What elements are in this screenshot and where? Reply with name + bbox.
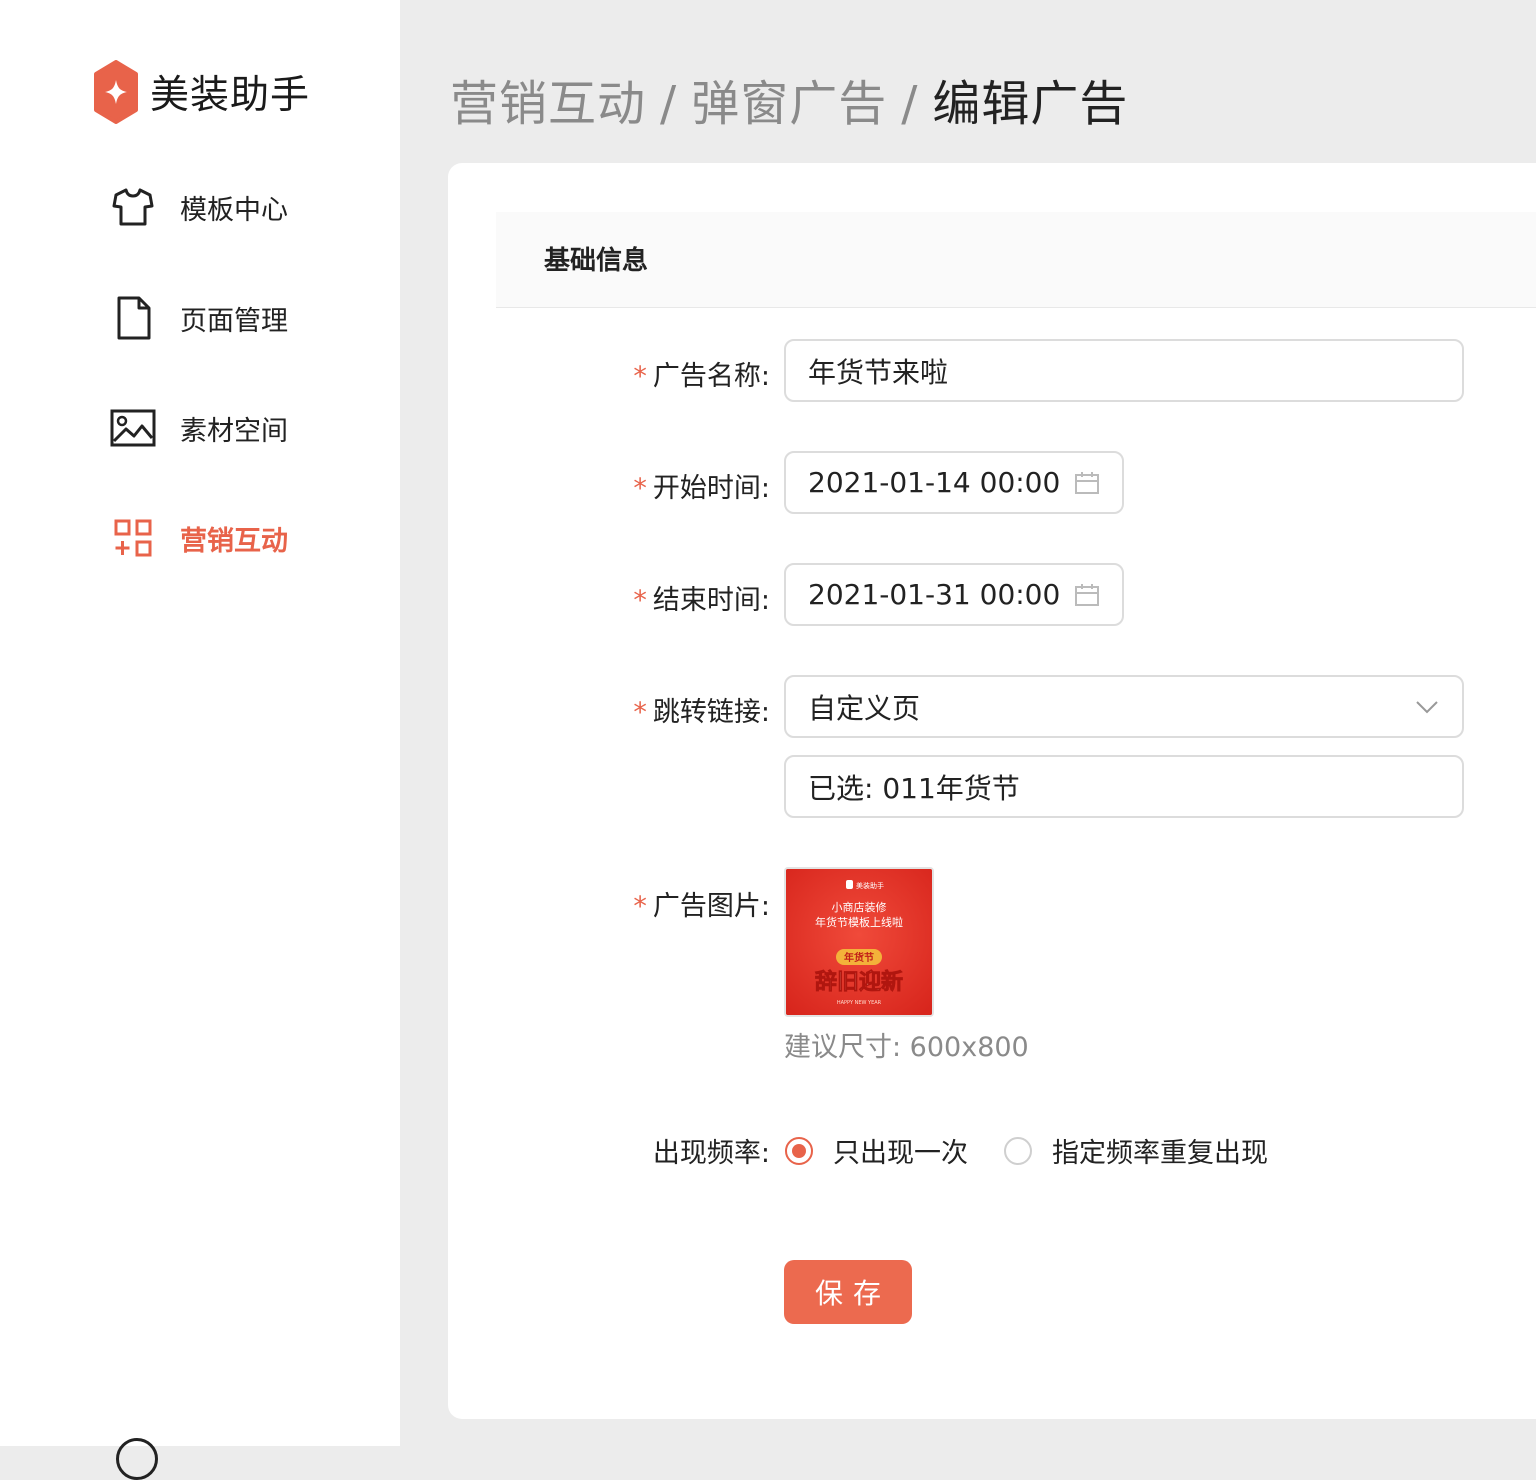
start-time-value: 2021-01-14 00:00 [808,466,1061,499]
apps-icon [110,515,156,561]
sidebar: 美装助手 模板中心 页面管理 素材空间 营销互动 [0,0,400,1480]
save-button[interactable]: 保存 [784,1260,912,1324]
frequency-label: 出现频率: [652,1138,770,1169]
sidebar-item-assets[interactable]: 素材空间 [110,405,288,451]
calendar-icon[interactable] [1072,580,1102,610]
radio-unchecked-icon [1004,1136,1032,1165]
ad-image-label: * 广告图片: [633,891,770,922]
required-mark: * [633,361,647,392]
end-time-label: * 结束时间: [633,585,770,616]
poster-headline: 辞旧迎新 [815,969,903,995]
sidebar-item-label: 营销互动 [180,525,288,557]
page-title: 编辑广告 [932,76,1129,132]
section-header: 基础信息 [496,212,1536,308]
calendar-icon[interactable] [1072,468,1102,498]
chevron-down-icon [1412,692,1442,722]
start-time-picker[interactable]: 2021-01-14 00:00 [784,451,1124,514]
app-name: 美装助手 [150,73,311,118]
user-avatar-icon[interactable] [116,1438,158,1480]
image-icon [110,405,156,451]
end-time-picker[interactable]: 2021-01-31 00:00 [784,563,1124,626]
poster-badge: 年货节 [844,951,874,964]
poster-brand: 美装助手 [856,881,884,890]
poster-logo-icon [846,880,853,889]
sidebar-item-label: 页面管理 [180,305,288,337]
breadcrumb-separator: / [901,76,919,132]
app-logo[interactable]: 美装助手 [94,60,310,124]
edit-ad-card: 基础信息 * 广告名称: 年货节来啦 * 开始时间: 2021-01-14 00:0… [448,163,1536,1419]
ad-name-value: 年货节来啦 [808,355,949,389]
logo-icon [94,60,138,124]
selected-page-value: 已选: 011年货节 [808,771,1020,805]
sidebar-item-marketing[interactable]: 营销互动 [110,515,288,561]
ad-image-poster: 美装助手 小商店装修 年货节模板上线啦 年货节 辞旧迎新 HAPPY NEW Y… [786,869,932,1015]
jump-link-select[interactable]: 自定义页 [784,675,1464,738]
frequency-repeat-radio[interactable]: 指定频率重复出现 [1004,1131,1268,1170]
document-icon [110,295,156,341]
ad-name-label: * 广告名称: [633,361,770,392]
breadcrumb-separator: / [660,76,678,132]
frequency-once-radio[interactable]: 只出现一次 [785,1131,968,1170]
sidebar-item-templates[interactable]: 模板中心 [110,184,288,230]
start-time-label: * 开始时间: [633,473,770,504]
breadcrumb-popup-ads[interactable]: 弹窗广告 [691,76,887,132]
required-mark: * [633,891,647,922]
ad-name-input[interactable]: 年货节来啦 [784,339,1464,402]
jump-link-value: 自定义页 [808,691,921,725]
jump-link-label: * 跳转链接: [633,697,770,728]
image-size-hint: 建议尺寸: 600x800 [784,1032,1029,1063]
section-title: 基础信息 [544,246,649,276]
breadcrumb: 营销互动 / 弹窗广告 / 编辑广告 [450,64,1128,134]
sidebar-item-label: 素材空间 [180,415,288,447]
sidebar-item-label: 模板中心 [180,194,288,226]
poster-line2: 年货节模板上线啦 [815,915,903,929]
radio-label: 只出现一次 [833,1138,968,1169]
breadcrumb-marketing[interactable]: 营销互动 [450,76,646,132]
required-mark: * [633,473,647,504]
poster-line1: 小商店装修 [832,900,887,914]
required-mark: * [633,585,647,616]
end-time-value: 2021-01-31 00:00 [808,578,1061,611]
tshirt-icon [110,184,156,230]
required-mark: * [633,697,647,728]
radio-label: 指定频率重复出现 [1052,1138,1268,1169]
selected-page-field[interactable]: 已选: 011年货节 [784,755,1464,818]
radio-checked-icon [785,1136,813,1165]
poster-footer: HAPPY NEW YEAR [837,1000,882,1006]
ad-image-thumbnail[interactable]: 美装助手 小商店装修 年货节模板上线啦 年货节 辞旧迎新 HAPPY NEW Y… [784,867,934,1017]
sidebar-item-pages[interactable]: 页面管理 [110,295,288,341]
